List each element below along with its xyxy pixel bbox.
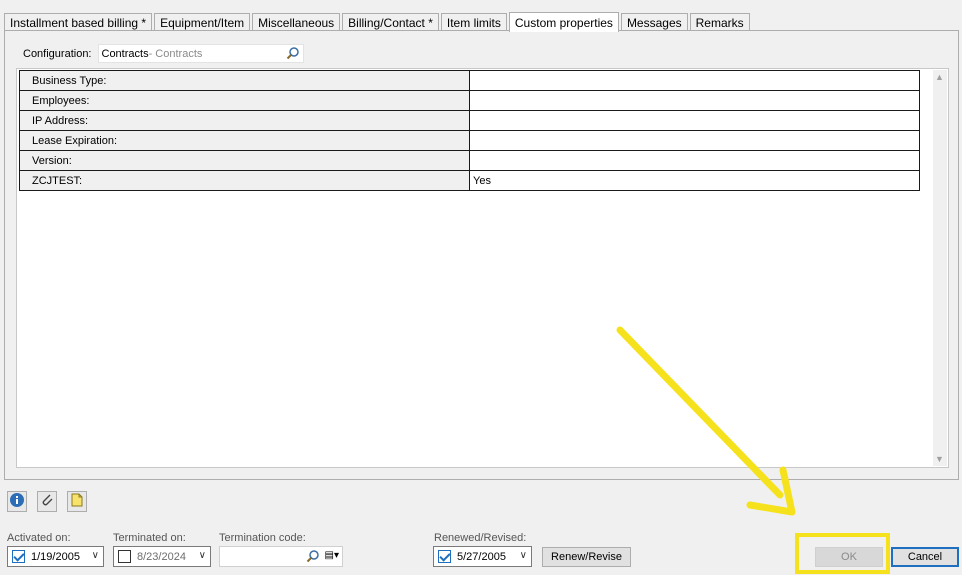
configuration-subvalue: - Contracts (148, 47, 203, 60)
search-icon[interactable] (306, 549, 320, 566)
tab-item-limits[interactable]: Item limits (440, 13, 507, 31)
property-value[interactable]: Yes (469, 170, 920, 191)
configuration-value: Contracts (101, 47, 149, 60)
tab-billing-contact[interactable]: Billing/Contact * (342, 13, 439, 31)
tab-equipment-item[interactable]: Equipment/Item (154, 13, 251, 31)
table-row: Business Type: (19, 70, 920, 91)
property-label: Employees: (19, 90, 470, 111)
chevron-down-icon[interactable]: ∨ (520, 550, 527, 561)
terminated-checkbox[interactable] (118, 550, 131, 563)
ok-highlight-box (795, 533, 890, 574)
vertical-scrollbar[interactable]: ▲ ▼ (933, 70, 947, 466)
activated-date-field[interactable]: 1/19/2005 ∨ (7, 546, 104, 567)
terminated-date-value: 8/23/2024 (137, 550, 186, 563)
chevron-down-icon[interactable]: ∨ (92, 550, 99, 561)
table-row: Version: (19, 150, 920, 171)
property-value[interactable] (469, 70, 920, 91)
property-value[interactable] (469, 90, 920, 111)
table-row: Lease Expiration: (19, 130, 920, 151)
renewed-label: Renewed/Revised: (434, 532, 527, 544)
tab-messages[interactable]: Messages (620, 13, 688, 31)
properties-grid: Business Type: Employees: IP Address: Le… (19, 70, 920, 191)
property-value[interactable] (469, 110, 920, 131)
table-row: Employees: (19, 90, 920, 111)
activated-label: Activated on: (7, 532, 71, 544)
scroll-up-icon[interactable]: ▲ (935, 72, 944, 82)
activated-checkbox[interactable] (12, 550, 25, 563)
configuration-field[interactable]: Contracts - Contracts (97, 44, 304, 63)
chevron-down-icon[interactable]: ∨ (199, 550, 206, 561)
renewed-checkbox[interactable] (438, 550, 451, 563)
terminated-label: Terminated on: (113, 532, 186, 544)
termination-code-label: Termination code: (219, 532, 306, 544)
note-icon (69, 492, 85, 511)
terminated-date-field[interactable]: 8/23/2024 ∨ (113, 546, 211, 567)
configuration-row: Configuration: Contracts - Contracts (23, 44, 304, 63)
custom-properties-panel: Configuration: Contracts - Contracts Bus… (4, 30, 959, 480)
scroll-down-icon[interactable]: ▼ (935, 454, 944, 464)
lookup-menu-icon[interactable]: ▤▾ (325, 550, 339, 561)
info-icon (9, 492, 25, 511)
note-button[interactable] (67, 491, 87, 512)
property-label: Lease Expiration: (19, 130, 470, 151)
renew-revise-button[interactable]: Renew/Revise (542, 547, 631, 567)
tab-miscellaneous[interactable]: Miscellaneous (252, 13, 341, 31)
search-icon[interactable] (286, 46, 300, 63)
property-value[interactable] (469, 150, 920, 171)
annotation-arrow-icon (616, 326, 796, 516)
property-value[interactable] (469, 130, 920, 151)
property-label: Version: (19, 150, 470, 171)
property-label: IP Address: (19, 110, 470, 131)
activated-date-value: 1/19/2005 (31, 550, 80, 563)
tab-custom-properties[interactable]: Custom properties (508, 12, 619, 32)
table-row: ZCJTEST: Yes (19, 170, 920, 191)
attachment-button[interactable] (37, 491, 57, 512)
configuration-label: Configuration: (23, 47, 92, 60)
attachment-icon (39, 492, 55, 511)
cancel-button[interactable]: Cancel (891, 547, 959, 567)
tab-remarks[interactable]: Remarks (689, 13, 750, 31)
property-label: Business Type: (19, 70, 470, 91)
table-row: IP Address: (19, 110, 920, 131)
property-label: ZCJTEST: (19, 170, 470, 191)
termination-code-field[interactable]: ▤▾ (219, 546, 343, 567)
tab-strip: Installment based billing * Equipment/It… (4, 12, 752, 32)
info-button[interactable] (7, 491, 27, 512)
renewed-date-value: 5/27/2005 (457, 550, 506, 563)
tab-installment-billing[interactable]: Installment based billing * (4, 13, 153, 31)
renewed-date-field[interactable]: 5/27/2005 ∨ (433, 546, 532, 567)
